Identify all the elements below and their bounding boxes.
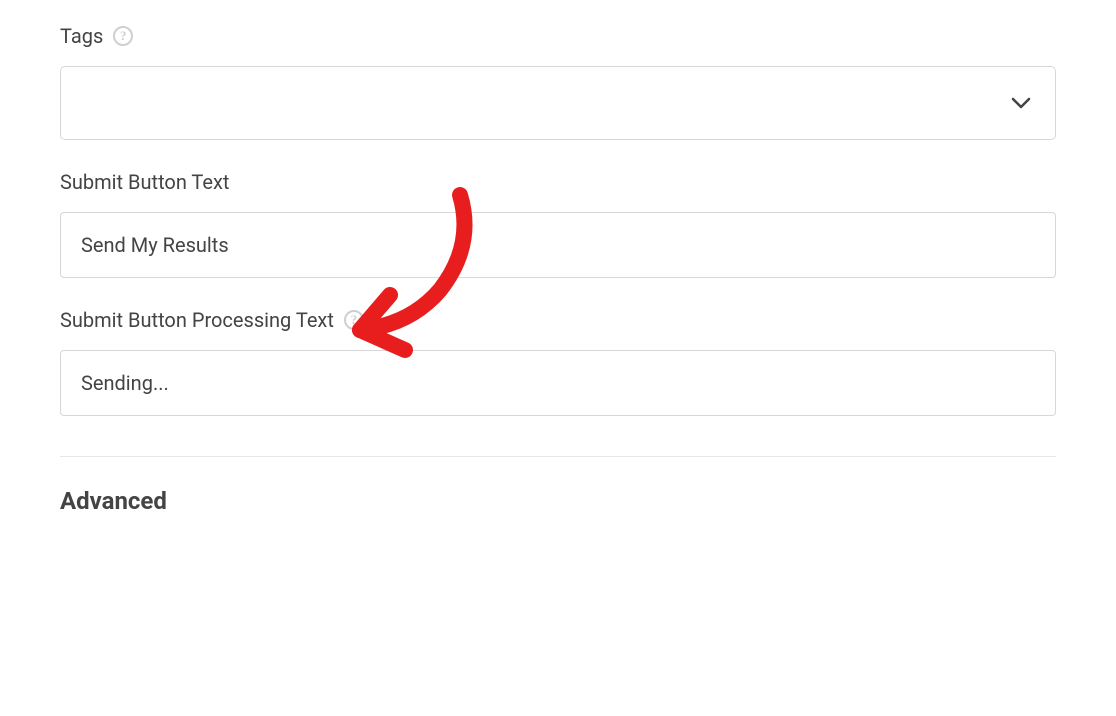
submit-button-text-field-group: Submit Button Text [60,170,1056,278]
submit-button-text-label-row: Submit Button Text [60,170,1056,194]
submit-button-processing-text-label-row: Submit Button Processing Text ? [60,308,1056,332]
submit-button-text-label: Submit Button Text [60,170,229,194]
advanced-section-heading: Advanced [60,487,1056,515]
tags-dropdown[interactable] [60,66,1056,140]
chevron-down-icon [1011,97,1031,109]
submit-button-processing-text-input[interactable] [60,350,1056,416]
help-icon[interactable]: ? [113,26,133,46]
submit-button-processing-text-label: Submit Button Processing Text [60,308,334,332]
tags-label-row: Tags ? [60,24,1056,48]
submit-button-text-input[interactable] [60,212,1056,278]
submit-button-processing-text-field-group: Submit Button Processing Text ? [60,308,1056,416]
section-divider [60,456,1056,457]
tags-field-group: Tags ? [60,24,1056,140]
tags-label: Tags [60,24,103,48]
help-icon[interactable]: ? [344,310,364,330]
